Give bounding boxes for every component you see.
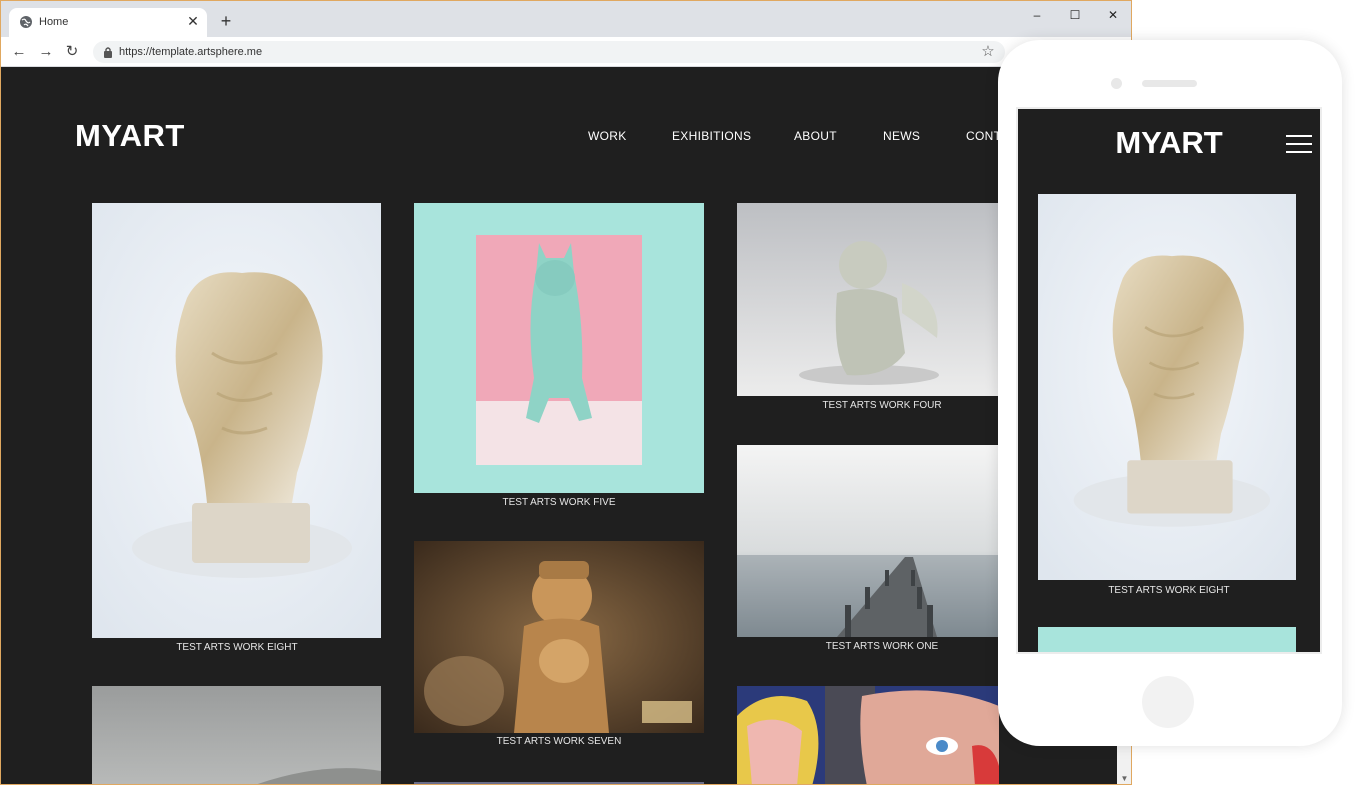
close-window-button[interactable]: ✕ xyxy=(1099,6,1127,24)
address-bar[interactable]: https://template.artsphere.me ☆ xyxy=(93,41,1005,63)
browser-toolbar: ← → ↻ https://template.artsphere.me ☆ xyxy=(1,37,1131,67)
gallery-image-carving[interactable] xyxy=(414,541,704,733)
gallery-image-pier[interactable] xyxy=(737,445,999,637)
gallery-caption: TEST ARTS WORK EIGHT xyxy=(176,642,298,653)
site-logo[interactable]: MYART xyxy=(75,118,185,154)
torso-sculpture-image xyxy=(92,203,381,638)
nav-about[interactable]: ABOUT xyxy=(794,129,837,143)
gallery-image-torso[interactable] xyxy=(92,203,381,638)
maximize-button[interactable]: ☐ xyxy=(1061,6,1089,24)
gallery-image-popart[interactable] xyxy=(737,686,999,784)
wooden-carving-image xyxy=(414,541,704,733)
close-tab-icon[interactable]: ✕ xyxy=(185,13,201,29)
cat-figurine-image xyxy=(414,203,704,493)
forward-arrow-icon[interactable]: → xyxy=(36,42,56,62)
pop-art-image xyxy=(737,686,999,784)
gallery-image-cherub[interactable] xyxy=(737,203,999,396)
website-page: MYART WORK EXHIBITIONS ABOUT NEWS CONT T… xyxy=(1,68,1117,784)
phone-speaker xyxy=(1142,80,1197,87)
back-arrow-icon[interactable]: ← xyxy=(9,42,29,62)
phone-mockup: MYART TEST ARTS WORK EIGHT xyxy=(998,40,1342,746)
nav-news[interactable]: NEWS xyxy=(883,129,920,143)
tab-title: Home xyxy=(39,16,69,28)
browser-window: Home ✕ + – ☐ ✕ ← → ↻ https://template.ar… xyxy=(0,0,1132,785)
mobile-torso-image xyxy=(1038,194,1296,580)
url-text: https://template.artsphere.me xyxy=(119,46,263,58)
phone-home-button xyxy=(1142,676,1194,728)
phone-screen: MYART TEST ARTS WORK EIGHT xyxy=(1016,107,1322,654)
gallery-image-cat[interactable] xyxy=(414,203,704,493)
gallery-image-landscape[interactable] xyxy=(92,686,381,784)
nav-work[interactable]: WORK xyxy=(588,129,627,143)
lock-icon xyxy=(104,47,112,58)
tab-bar: Home ✕ + – ☐ ✕ xyxy=(1,1,1131,37)
gallery-caption: TEST ARTS WORK FIVE xyxy=(502,497,616,508)
misty-landscape-image xyxy=(92,686,381,784)
gallery-caption: TEST ARTS WORK ONE xyxy=(825,641,939,652)
screenshot-stage: Home ✕ + – ☐ ✕ ← → ↻ https://template.ar… xyxy=(0,0,1366,785)
mobile-gallery-image-next[interactable] xyxy=(1038,627,1296,652)
hamburger-menu-icon[interactable] xyxy=(1286,135,1312,155)
minimize-button[interactable]: – xyxy=(1023,6,1051,24)
globe-icon xyxy=(20,16,32,28)
mobile-gallery-caption: TEST ARTS WORK EIGHT xyxy=(1108,585,1230,596)
gallery-caption: TEST ARTS WORK FOUR xyxy=(822,400,942,411)
nav-contact[interactable]: CONT xyxy=(966,129,1001,143)
phone-camera xyxy=(1111,78,1122,89)
cherub-statue-image xyxy=(737,203,999,396)
mobile-site-logo[interactable]: MYART xyxy=(1018,125,1320,161)
bookmark-star-icon[interactable]: ☆ xyxy=(979,43,997,61)
nav-exhibitions[interactable]: EXHIBITIONS xyxy=(672,129,751,143)
scroll-down-icon[interactable]: ▼ xyxy=(1117,774,1131,784)
new-tab-icon[interactable]: + xyxy=(217,12,235,30)
pier-fog-image xyxy=(737,445,999,637)
browser-tab[interactable]: Home ✕ xyxy=(9,8,207,37)
mobile-gallery-image-torso[interactable] xyxy=(1038,194,1296,580)
gallery-caption: TEST ARTS WORK SEVEN xyxy=(496,736,622,747)
reload-icon[interactable]: ↻ xyxy=(62,42,82,62)
